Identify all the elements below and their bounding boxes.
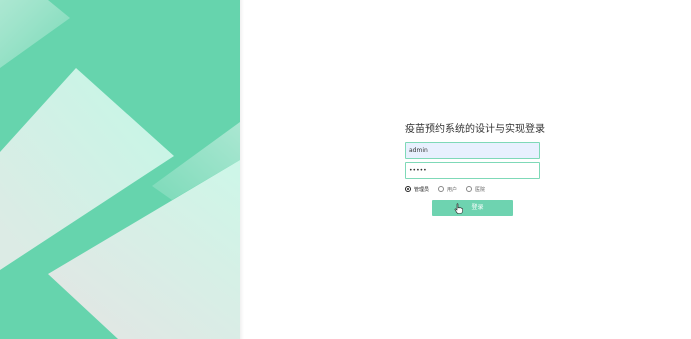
role-label-user: 用户	[447, 186, 458, 193]
decorative-background-panel	[0, 0, 240, 339]
geometric-background-graphic	[0, 0, 240, 339]
role-option-admin[interactable]: 管理员	[405, 186, 429, 193]
radio-unchecked-icon[interactable]	[438, 186, 445, 192]
login-form: 疫苗预约系统的设计与实现登录 管理员 用户 医院	[405, 123, 545, 194]
role-radio-group: 管理员 用户 医院	[405, 184, 541, 194]
role-option-hospital[interactable]: 医院	[466, 186, 485, 193]
role-label-hospital: 医院	[475, 186, 486, 193]
hand-pointer-icon	[454, 203, 463, 214]
login-title: 疫苗预约系统的设计与实现登录	[405, 124, 545, 135]
top-left-shard-shape	[0, 0, 70, 68]
role-label-admin: 管理员	[414, 186, 430, 193]
role-option-user[interactable]: 用户	[438, 186, 457, 193]
radio-unchecked-icon[interactable]	[466, 186, 473, 192]
radio-checked-icon[interactable]	[405, 186, 411, 192]
username-input[interactable]	[405, 142, 540, 159]
panel-divider	[240, 0, 244, 339]
password-input[interactable]	[405, 162, 540, 179]
login-page: 疫苗预约系统的设计与实现登录 管理员 用户 医院 登录	[0, 0, 691, 339]
login-button[interactable]: 登录	[432, 200, 513, 216]
login-button-label: 登录	[471, 204, 484, 211]
